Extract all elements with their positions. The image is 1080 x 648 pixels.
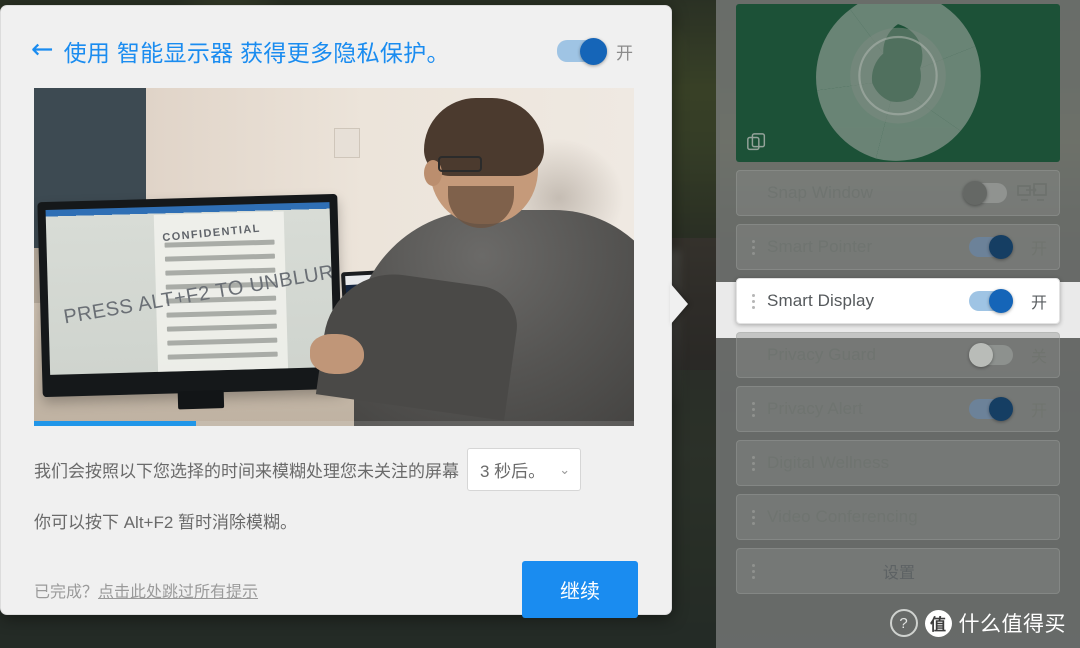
feature-toggle-group: 开 [557, 37, 633, 65]
panel-row-label: Smart Display [767, 291, 875, 310]
blur-delay-description-row: 我们会按照以下您选择的时间来模糊处理您未关注的屏幕 3 秒后。 ⌄ [34, 448, 638, 491]
screen-root: Snap Window Smart Pointer 开 Smart Displa… [0, 0, 1080, 648]
panel-row-snap-window[interactable]: Snap Window [736, 170, 1060, 216]
chevron-down-icon: ⌄ [559, 461, 571, 477]
panel-row-settings[interactable]: 设置 [736, 548, 1060, 594]
toggle-snap-window[interactable] [963, 181, 1007, 205]
video-progress-fill [34, 421, 196, 426]
toggle-state-label: 关 [1030, 349, 1047, 366]
toggle-smart-display[interactable] [969, 289, 1013, 313]
blur-delay-select-value: 3 秒后。 [480, 462, 546, 481]
toggle-privacy-alert[interactable] [969, 397, 1013, 421]
help-icon[interactable]: ? [889, 609, 918, 637]
drag-handle-icon[interactable] [747, 293, 759, 309]
watermark: ? 值 什么值得买 [889, 608, 1067, 638]
aperture-icon [816, 4, 981, 161]
snap-window-icon [1017, 183, 1047, 201]
panel-row-video-conferencing[interactable]: Video Conferencing [736, 494, 1060, 540]
toggle-privacy-guard[interactable] [969, 343, 1013, 367]
copy-windows-icon [747, 133, 766, 151]
drag-handle-icon[interactable] [747, 455, 759, 471]
drag-handle-icon[interactable] [747, 401, 759, 417]
toggle-state-label: 开 [1030, 295, 1047, 312]
panel-row-smart-display[interactable]: Smart Display 开 [736, 278, 1060, 324]
demo-video[interactable]: CONFIDENTIAL PRESS ALT+F2 TO UNBLUR [34, 88, 634, 426]
blur-delay-description: 我们会按照以下您选择的时间来模糊处理您未关注的屏幕 [34, 462, 459, 481]
toggle-state-label: 开 [1030, 403, 1047, 420]
dialog-header: ← 使用 智能显示器 获得更多隐私保护。 开 [1, 6, 671, 68]
tip-dialog: ← 使用 智能显示器 获得更多隐私保护。 开 CONFIDENTIAL PRES… [0, 5, 688, 618]
video-monitor: CONFIDENTIAL PRESS ALT+F2 TO UNBLUR [37, 193, 343, 410]
panel-row-privacy-guard[interactable]: Privacy Guard 关 [736, 332, 1060, 378]
video-person [310, 98, 634, 426]
watermark-text: 什么值得买 [958, 613, 1066, 636]
video-person-glasses [438, 156, 482, 172]
panel-row-smart-pointer[interactable]: Smart Pointer 开 [736, 224, 1060, 270]
toggle-state-label: 开 [1030, 241, 1047, 258]
drag-handle-icon[interactable] [747, 509, 759, 525]
drag-handle-icon[interactable] [747, 563, 759, 579]
dialog-footer: 已完成？点击此处跳过所有提示 继续 [34, 561, 638, 618]
panel-row-label: Smart Pointer [767, 237, 873, 256]
panel-row-label: 设置 [882, 565, 916, 582]
toggle-state-label: 开 [616, 43, 633, 63]
skip-all-tips-link[interactable]: 点击此处跳过所有提示 [98, 584, 258, 601]
video-wall-socket [334, 128, 360, 158]
panel-row-label: Privacy Guard [767, 345, 877, 364]
unblur-shortcut-description: 你可以按下 Alt+F2 暂时消除模糊。 [34, 513, 298, 532]
panel-row-digital-wellness[interactable]: Digital Wellness [736, 440, 1060, 486]
panel-row-privacy-alert[interactable]: Privacy Alert 开 [736, 386, 1060, 432]
video-person-hand [310, 334, 364, 374]
blur-delay-select[interactable]: 3 秒后。 ⌄ [467, 448, 582, 491]
continue-button[interactable]: 继续 [522, 561, 638, 618]
drag-handle-icon[interactable] [747, 239, 759, 255]
settings-panel: Snap Window Smart Pointer 开 Smart Displa… [716, 0, 1080, 648]
back-arrow-icon[interactable]: ← [31, 36, 54, 63]
panel-row-label: Video Conferencing [767, 507, 918, 526]
toggle-smart-display-header[interactable] [557, 37, 607, 65]
panel-row-label: Privacy Alert [767, 399, 863, 418]
video-monitor-screen: CONFIDENTIAL PRESS ALT+F2 TO UNBLUR [45, 202, 335, 375]
smzdm-logo-icon: 值 [924, 609, 952, 637]
panel-row-label: Digital Wellness [767, 453, 890, 472]
dialog-pointer-arrow [670, 283, 688, 325]
skip-prompt-prefix: 已完成？ [34, 583, 99, 601]
panel-hero-banner [736, 4, 1060, 162]
dialog-title: 使用 智能显示器 获得更多隐私保护。 [63, 40, 450, 66]
panel-row-label: Snap Window [767, 183, 873, 202]
video-progress-bar[interactable] [34, 421, 634, 426]
video-monitor-stand [177, 390, 225, 410]
toggle-smart-pointer[interactable] [969, 235, 1013, 259]
skip-prompt: 已完成？点击此处跳过所有提示 [34, 578, 258, 602]
